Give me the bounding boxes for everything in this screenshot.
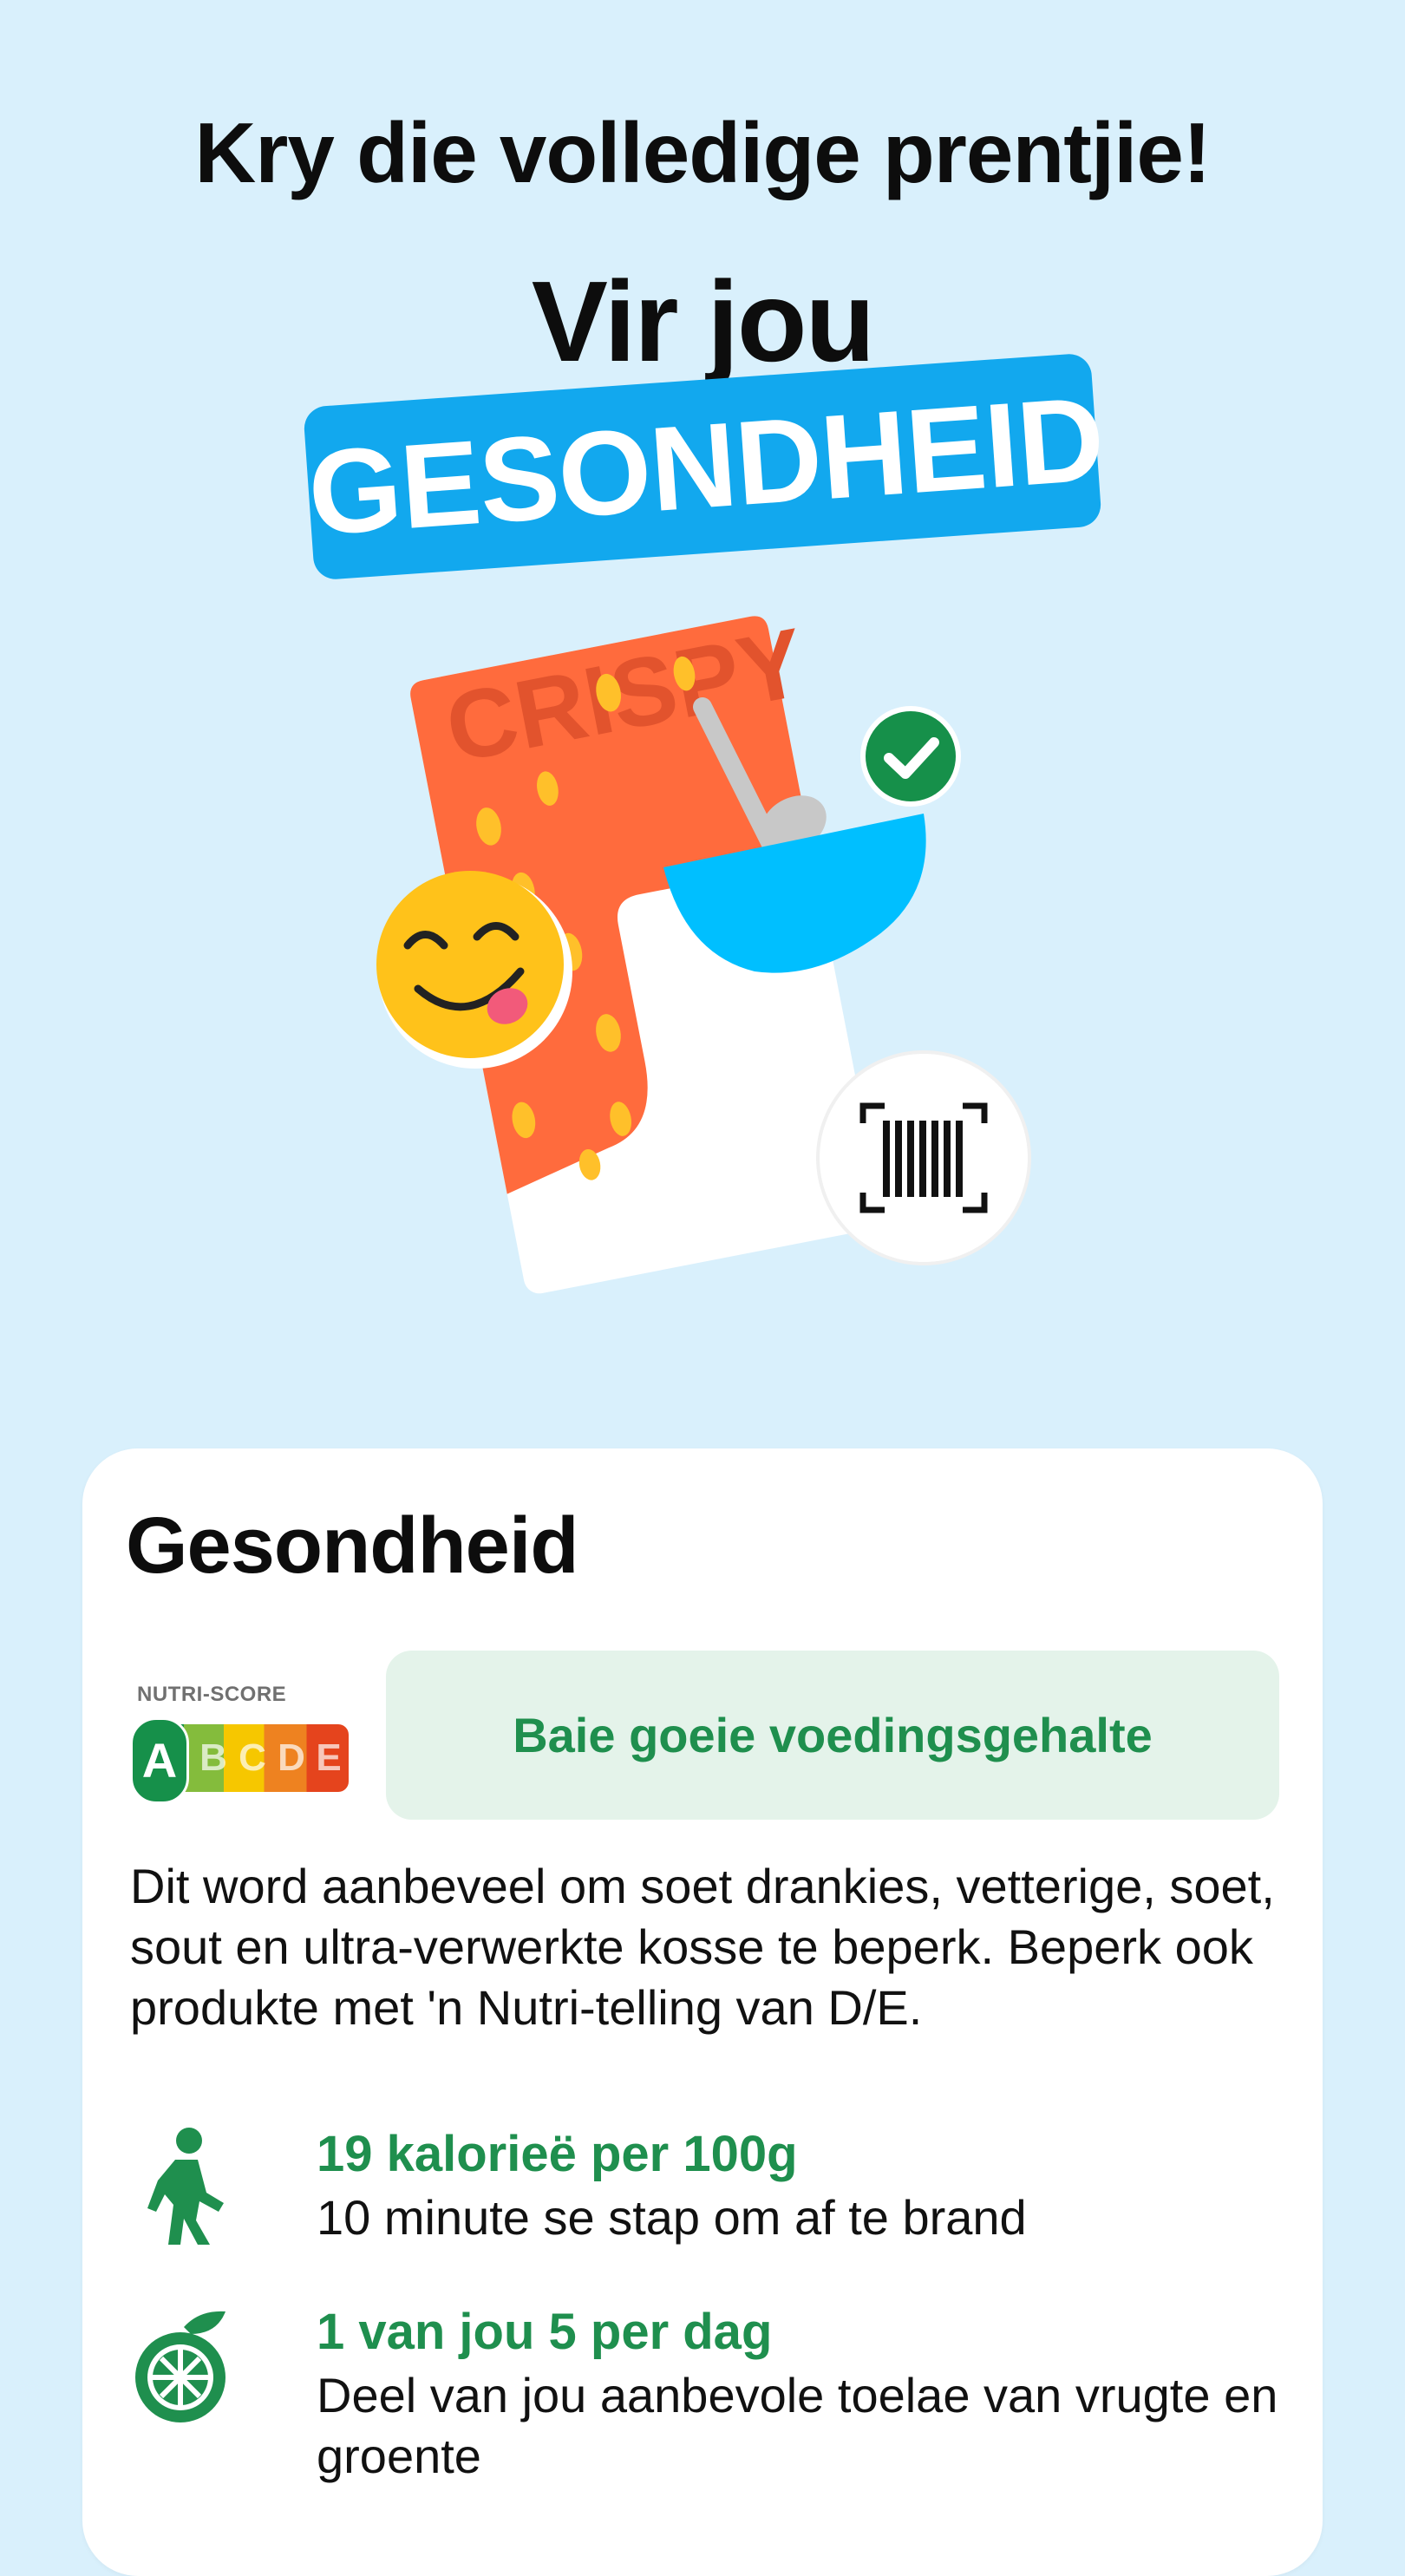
nutri-score-label: NUTRI-SCORE <box>137 1683 287 1706</box>
headline: Kry die volledige prentjie! <box>194 105 1211 200</box>
health-description: Dit word aanbeveel om soet drankies, vet… <box>130 1859 1275 2035</box>
nutri-score-bar: B C D E A <box>130 1717 351 1804</box>
fact-calories-title: 19 kalorieë per 100g <box>317 2126 798 2182</box>
fruit-icon <box>130 2303 234 2424</box>
fact-calories-text: 10 minute se stap om af te brand <box>317 2190 1027 2245</box>
barcode-scan-icon <box>816 1050 1031 1265</box>
card-title: Gesondheid <box>126 1501 579 1590</box>
walking-person-icon <box>130 2125 234 2246</box>
nutrition-verdict: Baie goeie voedingsgehalte <box>386 1651 1279 1820</box>
nutri-grade-e: E <box>316 1736 342 1779</box>
check-badge-icon <box>860 706 961 807</box>
product-illustration: CRISPY <box>364 607 1058 1301</box>
subheadline: Vir jou <box>531 258 875 385</box>
health-card: Gesondheid NUTRI-SCORE B C D E A Baie go… <box>82 1448 1323 2576</box>
fact-fruit-text: Deel van jou aanbevole toelae van vrugte… <box>317 2368 1278 2483</box>
fact-fruit-title: 1 van jou 5 per dag <box>317 2304 773 2360</box>
nutri-score-badge: NUTRI-SCORE B C D E A <box>130 1683 356 1804</box>
nutri-grade-active: A <box>130 1717 189 1804</box>
